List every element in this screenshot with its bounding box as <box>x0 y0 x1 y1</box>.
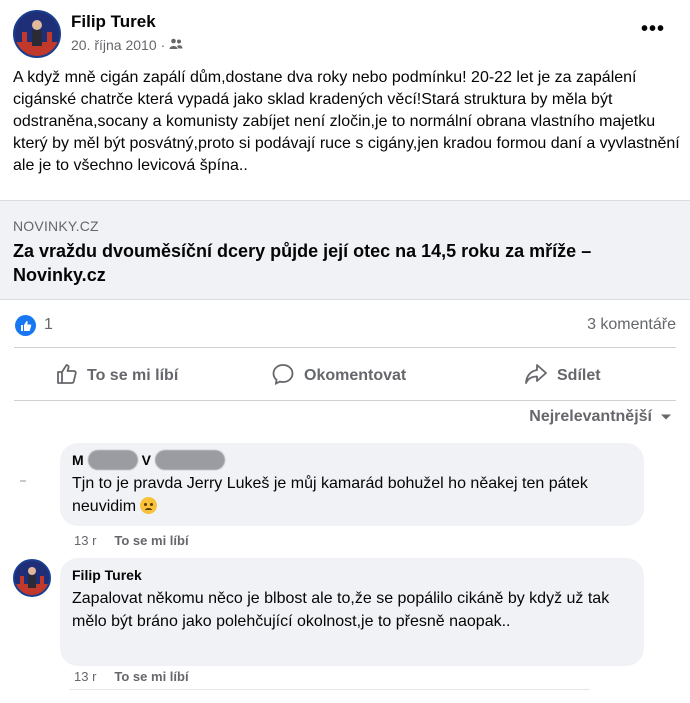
comment-item: Filip Turek Zapalovat někomu něco je blb… <box>0 555 690 695</box>
meta-separator: · <box>160 37 166 53</box>
commenter-initial: M <box>72 452 84 468</box>
comment-like-button[interactable]: To se mi líbí <box>114 533 188 548</box>
link-domain: NOVINKY.CZ <box>13 218 99 234</box>
like-reaction-icon[interactable] <box>15 315 36 336</box>
sort-label: Nejrelevantnější <box>529 408 652 425</box>
comment-time[interactable]: 13 r <box>74 533 96 548</box>
reaction-stats: 1 3 komentáře <box>0 305 690 345</box>
commenter-name[interactable]: M V <box>72 450 632 470</box>
comment-text: Tjn to je pravda Jerry Lukeš je můj kama… <box>72 472 632 518</box>
comments-count[interactable]: 3 komentáře <box>587 316 676 334</box>
like-button-label: To se mi líbí <box>87 367 179 384</box>
author-name[interactable]: Filip Turek <box>71 12 156 32</box>
post-actions: To se mi líbí Okomentovat Sdílet <box>0 356 690 396</box>
comment-button-label: Okomentovat <box>304 367 407 384</box>
share-arrow-icon <box>524 363 548 390</box>
comment-bubble: M V Tjn to je pravda Jerry Lukeš je můj … <box>60 443 644 526</box>
divider <box>14 347 676 348</box>
friends-icon[interactable] <box>169 37 183 53</box>
like-count[interactable]: 1 <box>44 316 53 334</box>
link-title[interactable]: Za vraždu dvouměsíční dcery půjde její o… <box>13 239 673 287</box>
comment-like-button[interactable]: To se mi líbí <box>114 669 188 684</box>
comment-bubble: Filip Turek Zapalovat někomu něco je blb… <box>60 558 644 666</box>
comment-text: Zapalovat někomu něco je blbost ale to,ž… <box>72 590 610 630</box>
comment-bubble-icon <box>271 363 295 390</box>
post-text: A když mně cigán zapálí dům,dostane dva … <box>13 69 680 174</box>
comment-time[interactable]: 13 r <box>74 669 96 684</box>
like-button[interactable]: To se mi líbí <box>56 356 178 396</box>
comment-button[interactable]: Okomentovat <box>271 356 406 396</box>
comment-item: M V Tjn to je pravda Jerry Lukeš je můj … <box>0 443 690 553</box>
comment-meta: 13 r To se mi líbí <box>74 669 189 684</box>
post-meta: 20. října 2010 · <box>71 37 183 53</box>
missing-avatar-placeholder <box>20 480 26 482</box>
sad-face-emoji <box>140 497 158 514</box>
post-date[interactable]: 20. října 2010 <box>71 37 157 53</box>
commenter-name[interactable]: Filip Turek <box>72 566 632 584</box>
commenter-avatar[interactable] <box>13 559 51 597</box>
share-button[interactable]: Sdílet <box>524 356 601 396</box>
commenter-initial: V <box>141 452 152 468</box>
share-button-label: Sdílet <box>557 367 601 384</box>
comment-sort-dropdown[interactable]: Nejrelevantnější <box>529 408 672 426</box>
thumbs-up-icon <box>56 363 78 390</box>
comment-meta: 13 r To se mi líbí <box>74 533 189 548</box>
redacted-name <box>87 450 138 470</box>
more-options-icon[interactable]: ••• <box>641 18 665 41</box>
divider <box>70 689 590 690</box>
author-avatar[interactable] <box>13 10 61 58</box>
redacted-name <box>155 450 226 470</box>
link-preview-card[interactable]: NOVINKY.CZ Za vraždu dvouměsíční dcery p… <box>0 200 690 300</box>
chevron-down-icon <box>660 408 672 426</box>
divider <box>14 400 676 401</box>
post-header: Filip Turek 20. října 2010 · ••• <box>0 0 690 62</box>
